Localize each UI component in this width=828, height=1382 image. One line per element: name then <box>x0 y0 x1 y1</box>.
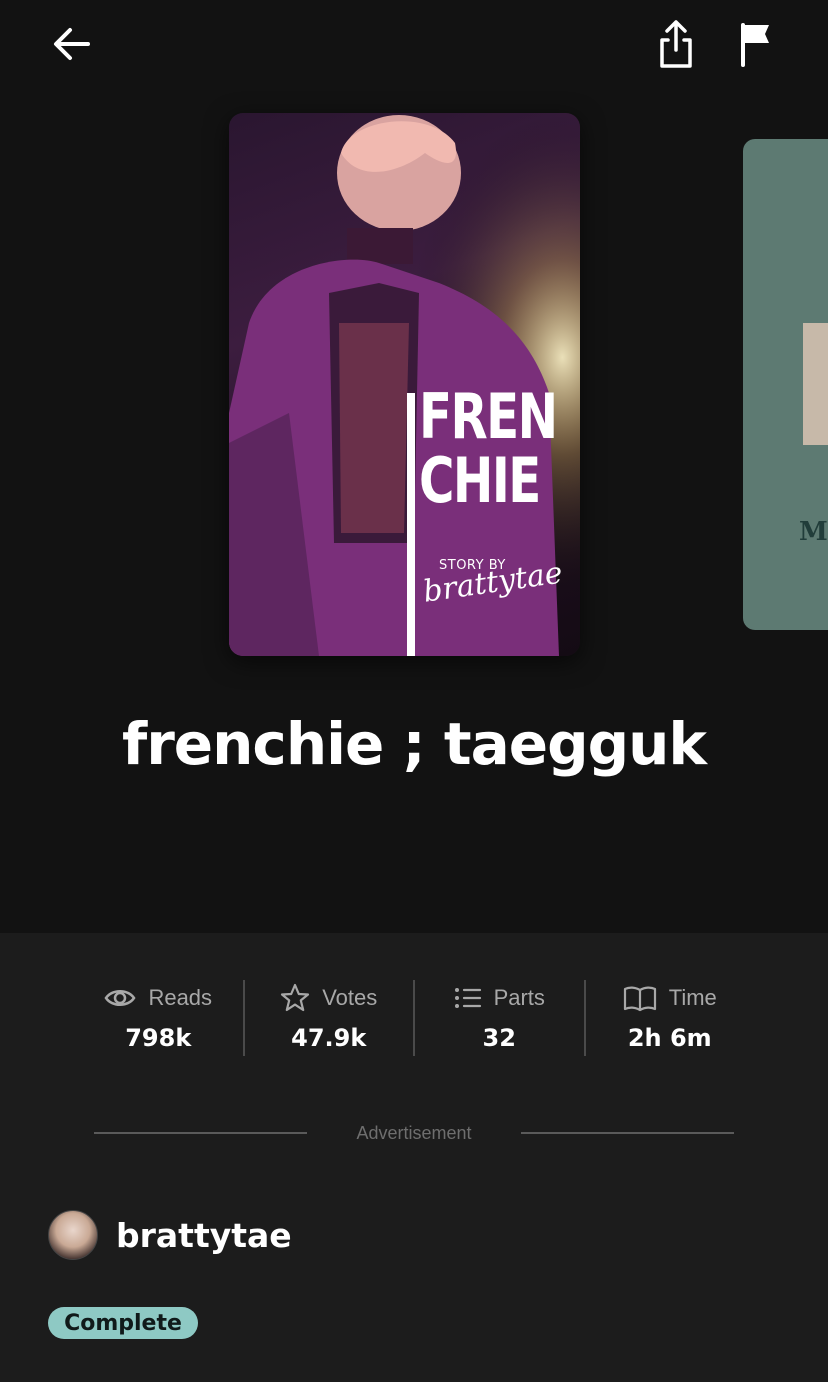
book-icon <box>623 986 656 1012</box>
stat-parts-label: Parts <box>493 985 545 1010</box>
author-name[interactable]: brattytae <box>116 1216 292 1255</box>
stat-time-value: 2h 6m <box>627 1024 712 1052</box>
stat-time: Time 2h 6m <box>583 980 755 1056</box>
stat-parts-value: 32 <box>482 1024 516 1052</box>
stat-votes-label: Votes <box>322 985 378 1010</box>
advertisement-label: Advertisement <box>356 1122 472 1143</box>
story-details-page: FREN CHIE STORY BY brattytae M frenchie ;… <box>0 0 828 1382</box>
next-cover-photo <box>803 323 828 445</box>
stat-reads-label: Reads <box>148 985 213 1010</box>
next-cover-letter: M <box>799 517 828 547</box>
story-cover[interactable]: FREN CHIE STORY BY brattytae <box>229 113 580 656</box>
stat-reads: Reads 798k <box>74 980 243 1056</box>
share-button[interactable] <box>648 16 704 72</box>
stat-reads-value: 798k <box>125 1024 192 1052</box>
eye-icon <box>104 990 136 1006</box>
advertisement-divider: Advertisement <box>94 1118 734 1148</box>
star-icon <box>281 983 310 1012</box>
author-avatar[interactable] <box>48 1210 98 1260</box>
story-stats: Reads 798k Votes 47.9k Parts 32 Time 2h … <box>74 980 754 1056</box>
stat-parts: Parts 32 <box>413 980 584 1056</box>
stat-votes: Votes 47.9k <box>242 980 414 1056</box>
stat-votes-value: 47.9k <box>291 1024 367 1052</box>
share-icon <box>660 20 692 68</box>
stat-time-label: Time <box>668 985 717 1010</box>
divider-line-left <box>94 1132 307 1134</box>
cover-title-bar <box>407 393 415 656</box>
arrow-left-icon <box>54 28 90 60</box>
story-hero: FREN CHIE STORY BY brattytae M frenchie ;… <box>0 0 828 933</box>
list-icon <box>454 988 481 1008</box>
divider-line-right <box>521 1132 734 1134</box>
back-button[interactable] <box>44 16 100 72</box>
cover-title: FREN CHIE <box>419 380 558 517</box>
flag-icon <box>741 23 769 67</box>
report-button[interactable] <box>728 16 784 72</box>
status-badge: Complete <box>48 1307 198 1339</box>
story-title: frenchie ; taegguk <box>121 710 707 778</box>
next-story-cover[interactable]: M <box>743 139 828 630</box>
author-link[interactable]: brattytae <box>48 1210 292 1260</box>
